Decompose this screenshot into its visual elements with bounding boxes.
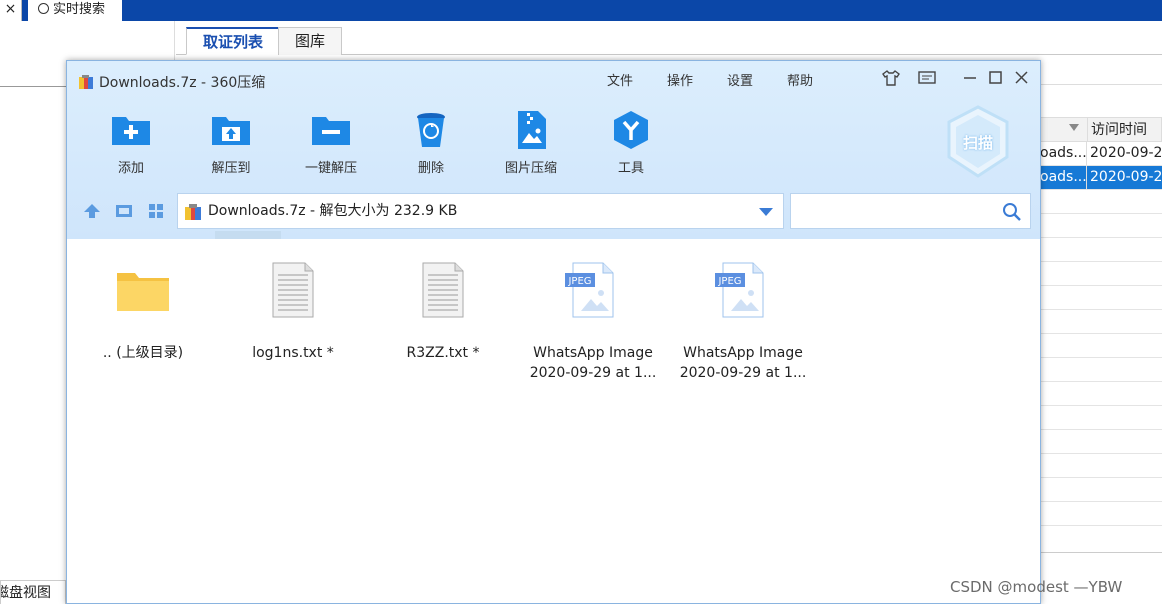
skin-icon[interactable]: [881, 69, 901, 87]
background-table: 访问时间 oads... 2020-09-2 oads... 2020-09-2: [1040, 117, 1162, 526]
search-input[interactable]: [790, 193, 1031, 229]
watermark: CSDN @modest —YBW: [950, 578, 1123, 596]
disk-view-tab[interactable]: 磁盘视图: [0, 580, 66, 604]
file-item-whatsapp-image-1[interactable]: JPEG WhatsApp Image 2020-09-29 at 1...: [523, 261, 663, 383]
archive-window: Downloads.7z - 360压缩 文件 操作 设置 帮助 添加 解压到 …: [66, 60, 1041, 604]
add-folder-icon: [112, 117, 150, 145]
feedback-icon[interactable]: [917, 69, 937, 87]
file-item-parent-dir[interactable]: .. (上级目录): [73, 261, 213, 363]
archive-file-icon: [185, 204, 201, 220]
file-item-whatsapp-image-2[interactable]: JPEG WhatsApp Image 2020-09-29 at 1...: [673, 261, 813, 383]
scan-label: 扫描: [962, 134, 993, 152]
extract-to-icon: [212, 117, 250, 145]
tools-icon: [614, 111, 648, 149]
file-item-log1ns[interactable]: log1ns.txt *: [223, 261, 363, 363]
menu-settings[interactable]: 设置: [727, 70, 753, 89]
table-header: 访问时间: [1040, 117, 1162, 142]
file-grid: .. (上级目录) log1ns.txt * R3ZZ.txt * JPEG W…: [67, 239, 1040, 603]
tab-evidence-list[interactable]: 取证列表: [186, 27, 281, 55]
path-bar[interactable]: Downloads.7z - 解包大小为 232.9 KB: [177, 193, 784, 229]
jpeg-file-icon: JPEG: [715, 262, 764, 318]
search-icon: [38, 3, 49, 14]
maximize-icon[interactable]: [988, 69, 1004, 87]
text-file-icon: [272, 262, 314, 318]
folder-icon: [117, 273, 169, 311]
menu-help[interactable]: 帮助: [787, 70, 813, 89]
tab-gallery[interactable]: 图库: [278, 27, 343, 55]
detail-view-icon[interactable]: [115, 203, 133, 219]
grid-view-icon[interactable]: [147, 203, 165, 219]
one-click-extract-button[interactable]: 一键解压: [292, 109, 370, 176]
image-compress-button[interactable]: 图片压缩: [492, 109, 570, 176]
realtime-search-label: 实时搜索: [53, 2, 106, 17]
column-access-time[interactable]: 访问时间: [1087, 118, 1147, 141]
table-row[interactable]: oads... 2020-09-2: [1040, 142, 1162, 166]
chevron-down-icon[interactable]: [759, 208, 773, 216]
up-arrow-icon[interactable]: [83, 203, 101, 219]
file-item-r3zz[interactable]: R3ZZ.txt *: [373, 261, 513, 363]
add-button[interactable]: 添加: [92, 109, 170, 176]
table-row-selected[interactable]: oads... 2020-09-2: [1040, 166, 1162, 190]
svg-text:JPEG: JPEG: [567, 276, 591, 287]
window-header: Downloads.7z - 360压缩 文件 操作 设置 帮助 添加 解压到 …: [67, 61, 1040, 239]
text-file-icon: [422, 262, 464, 318]
path-text: Downloads.7z - 解包大小为 232.9 KB: [208, 203, 458, 219]
svg-text:JPEG: JPEG: [717, 276, 741, 287]
filter-icon[interactable]: [1069, 124, 1079, 131]
minimize-icon[interactable]: [962, 69, 978, 87]
menu-operation[interactable]: 操作: [667, 70, 693, 89]
tools-button[interactable]: 工具: [592, 109, 670, 176]
delete-button[interactable]: 删除: [392, 109, 470, 176]
close-tab-button[interactable]: ×: [0, 0, 22, 21]
search-icon[interactable]: [1002, 202, 1022, 222]
one-click-extract-icon: [312, 117, 350, 145]
window-title: Downloads.7z - 360压缩: [78, 72, 265, 92]
close-icon[interactable]: [1014, 69, 1030, 87]
image-compress-icon: [518, 111, 546, 149]
header-scroll-indicator: [215, 231, 281, 239]
background-title-bar: [0, 0, 1162, 21]
menu-file[interactable]: 文件: [607, 70, 633, 89]
main-tabs: 取证列表 图库: [176, 21, 1162, 55]
realtime-search-tab[interactable]: 实时搜索: [28, 0, 122, 21]
recycle-bin-icon: [417, 113, 445, 147]
archive-app-icon: [79, 75, 93, 89]
extract-to-button[interactable]: 解压到: [192, 109, 270, 176]
scan-button[interactable]: 扫描: [945, 105, 1011, 179]
jpeg-file-icon: JPEG: [565, 262, 614, 318]
